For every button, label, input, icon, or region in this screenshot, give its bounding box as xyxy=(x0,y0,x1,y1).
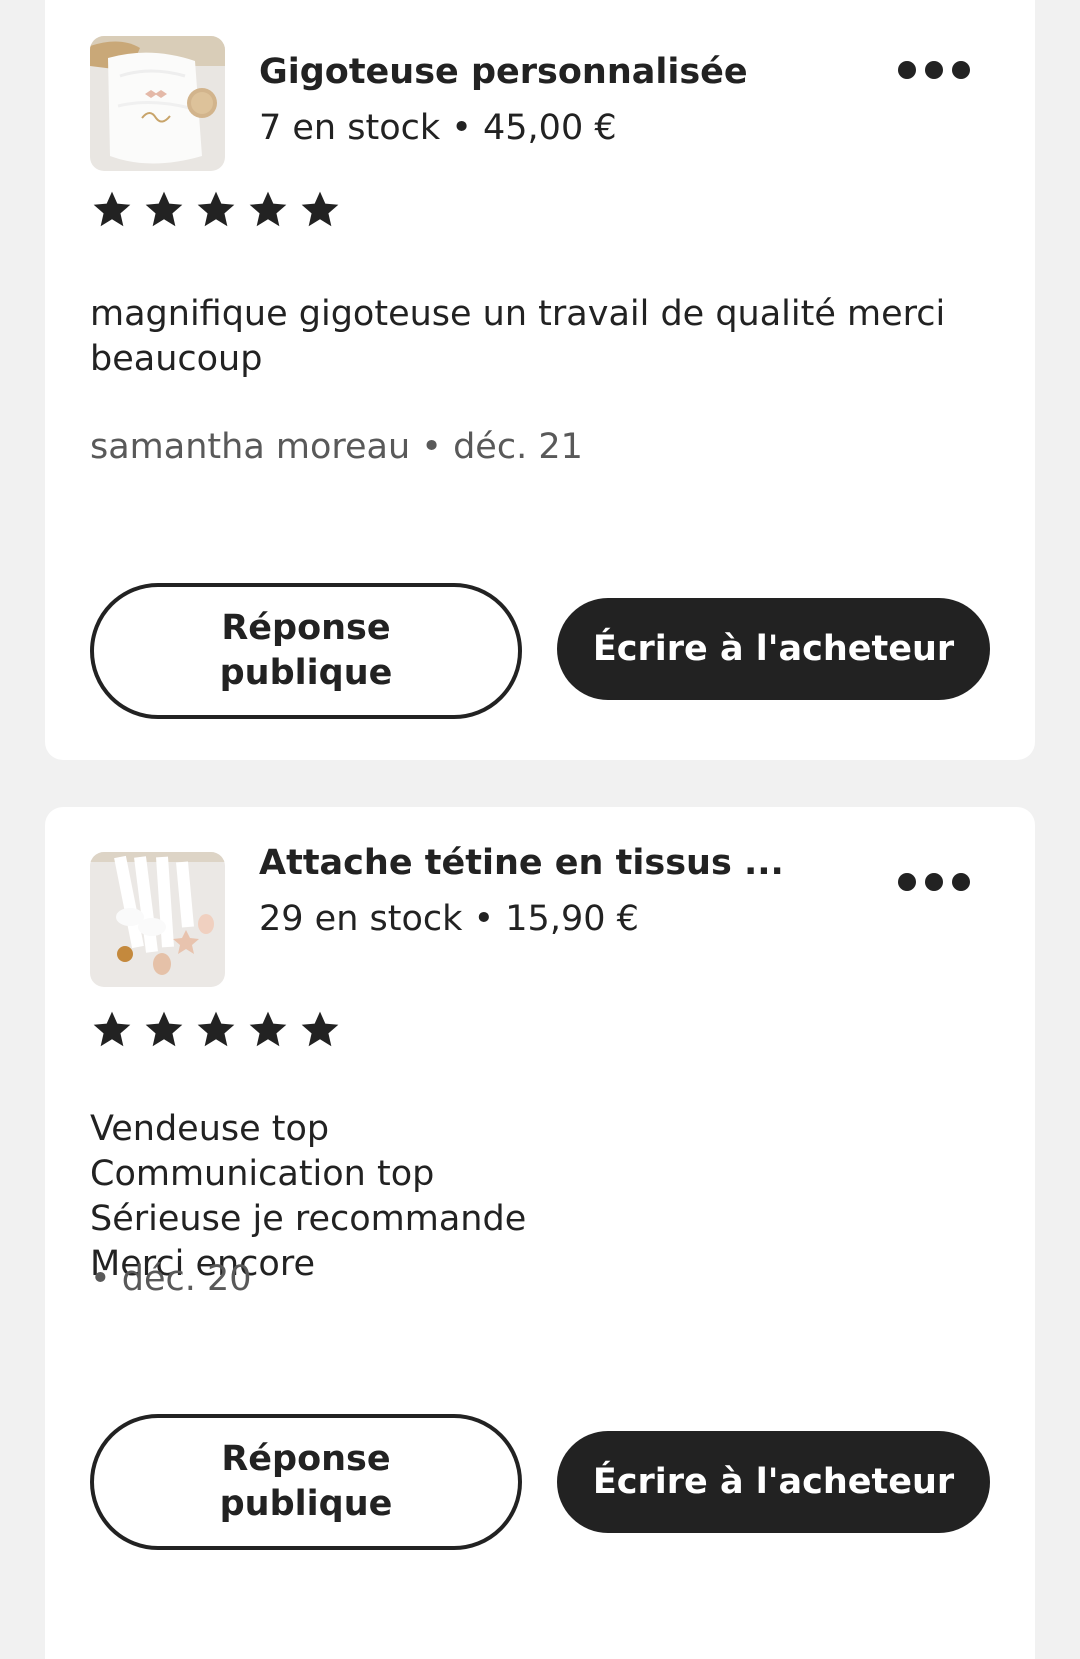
pacifier-clips-image xyxy=(90,852,225,987)
star-icon xyxy=(145,1011,183,1047)
star-icon xyxy=(145,191,183,227)
dot-icon xyxy=(925,61,943,79)
review-card: Attache tétine en tissus ... 29 en stock… xyxy=(45,807,1035,1659)
star-rating xyxy=(90,187,342,231)
dot-icon xyxy=(898,61,916,79)
reviewer-date: • déc. 20 xyxy=(90,1259,252,1299)
message-buyer-label: Écrire à l'acheteur xyxy=(592,1462,955,1502)
public-reply-button[interactable]: Réponse publique xyxy=(90,1414,522,1550)
sleeping-bag-image xyxy=(90,36,225,171)
message-buyer-button[interactable]: Écrire à l'acheteur xyxy=(557,1431,990,1533)
message-buyer-label: Écrire à l'acheteur xyxy=(592,629,955,669)
public-reply-label: Réponse publique xyxy=(219,1439,393,1524)
public-reply-button[interactable]: Réponse publique xyxy=(90,583,522,719)
product-thumbnail[interactable] xyxy=(90,852,225,987)
star-icon xyxy=(301,1011,339,1047)
star-icon xyxy=(301,191,339,227)
star-icon xyxy=(249,1011,287,1047)
star-icon xyxy=(249,191,287,227)
star-icon xyxy=(93,1011,131,1047)
review-card: Gigoteuse personnalisée 7 en stock • 45,… xyxy=(45,0,1035,760)
star-rating xyxy=(90,1007,342,1051)
product-stock-price: 29 en stock • 15,90 € xyxy=(259,899,639,939)
dot-icon xyxy=(898,873,916,891)
star-icon xyxy=(197,1011,235,1047)
product-title[interactable]: Attache tétine en tissus ... xyxy=(259,843,784,883)
product-stock-price: 7 en stock • 45,00 € xyxy=(259,108,617,148)
more-options-icon[interactable] xyxy=(898,50,970,90)
dot-icon xyxy=(952,873,970,891)
more-options-icon[interactable] xyxy=(898,862,970,902)
product-thumbnail[interactable] xyxy=(90,36,225,171)
star-icon xyxy=(93,191,131,227)
star-icon xyxy=(197,191,235,227)
message-buyer-button[interactable]: Écrire à l'acheteur xyxy=(557,598,990,700)
product-title[interactable]: Gigoteuse personnalisée xyxy=(259,52,748,92)
dot-icon xyxy=(925,873,943,891)
reviewer-date: samantha moreau • déc. 21 xyxy=(90,427,583,467)
dot-icon xyxy=(952,61,970,79)
review-text: magnifique gigoteuse un travail de quali… xyxy=(90,294,946,379)
public-reply-label: Réponse publique xyxy=(219,608,393,693)
